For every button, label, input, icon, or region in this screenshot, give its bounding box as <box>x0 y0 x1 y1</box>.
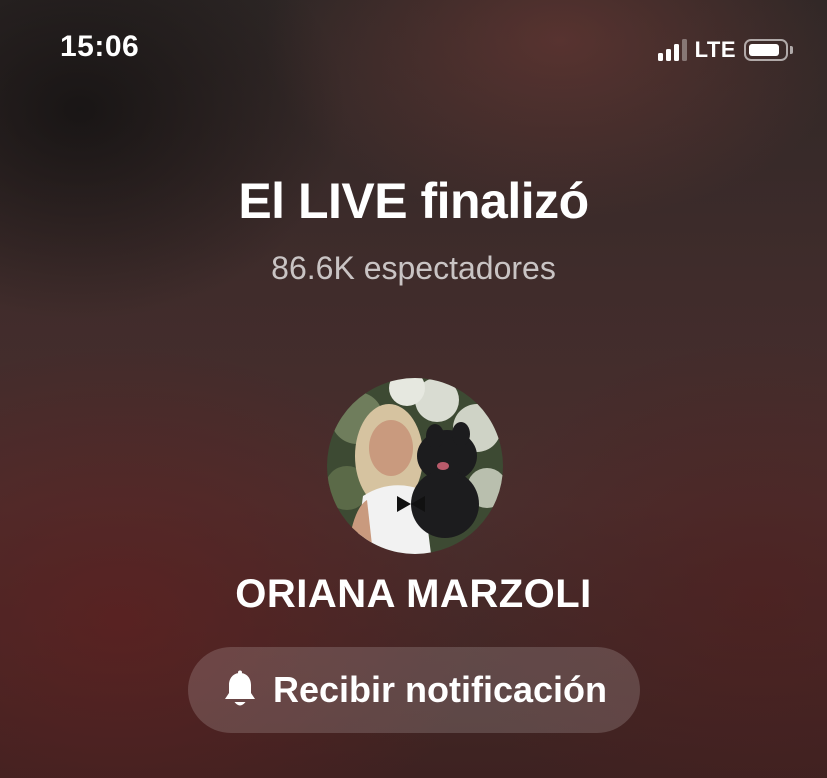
cellular-signal-icon <box>657 39 687 61</box>
battery-nub <box>790 46 793 54</box>
bell-icon <box>224 670 255 706</box>
avatar[interactable] <box>327 378 503 554</box>
receive-notification-button[interactable]: Recibir notificación <box>188 647 640 733</box>
profile-name[interactable]: ORIANA MARZOLI <box>0 572 827 617</box>
viewer-count: 86.6K espectadores <box>271 250 556 286</box>
status-time: 15:06 <box>60 30 140 63</box>
network-type: LTE <box>694 37 736 62</box>
status-bar: 15:06 LTE <box>0 0 827 100</box>
receive-notification-label: Recibir notificación <box>272 669 608 710</box>
profile-photo <box>327 378 503 554</box>
live-ended-title: El LIVE finalizó <box>238 173 589 229</box>
battery-icon <box>744 39 788 61</box>
status-indicators: LTE <box>657 36 793 64</box>
